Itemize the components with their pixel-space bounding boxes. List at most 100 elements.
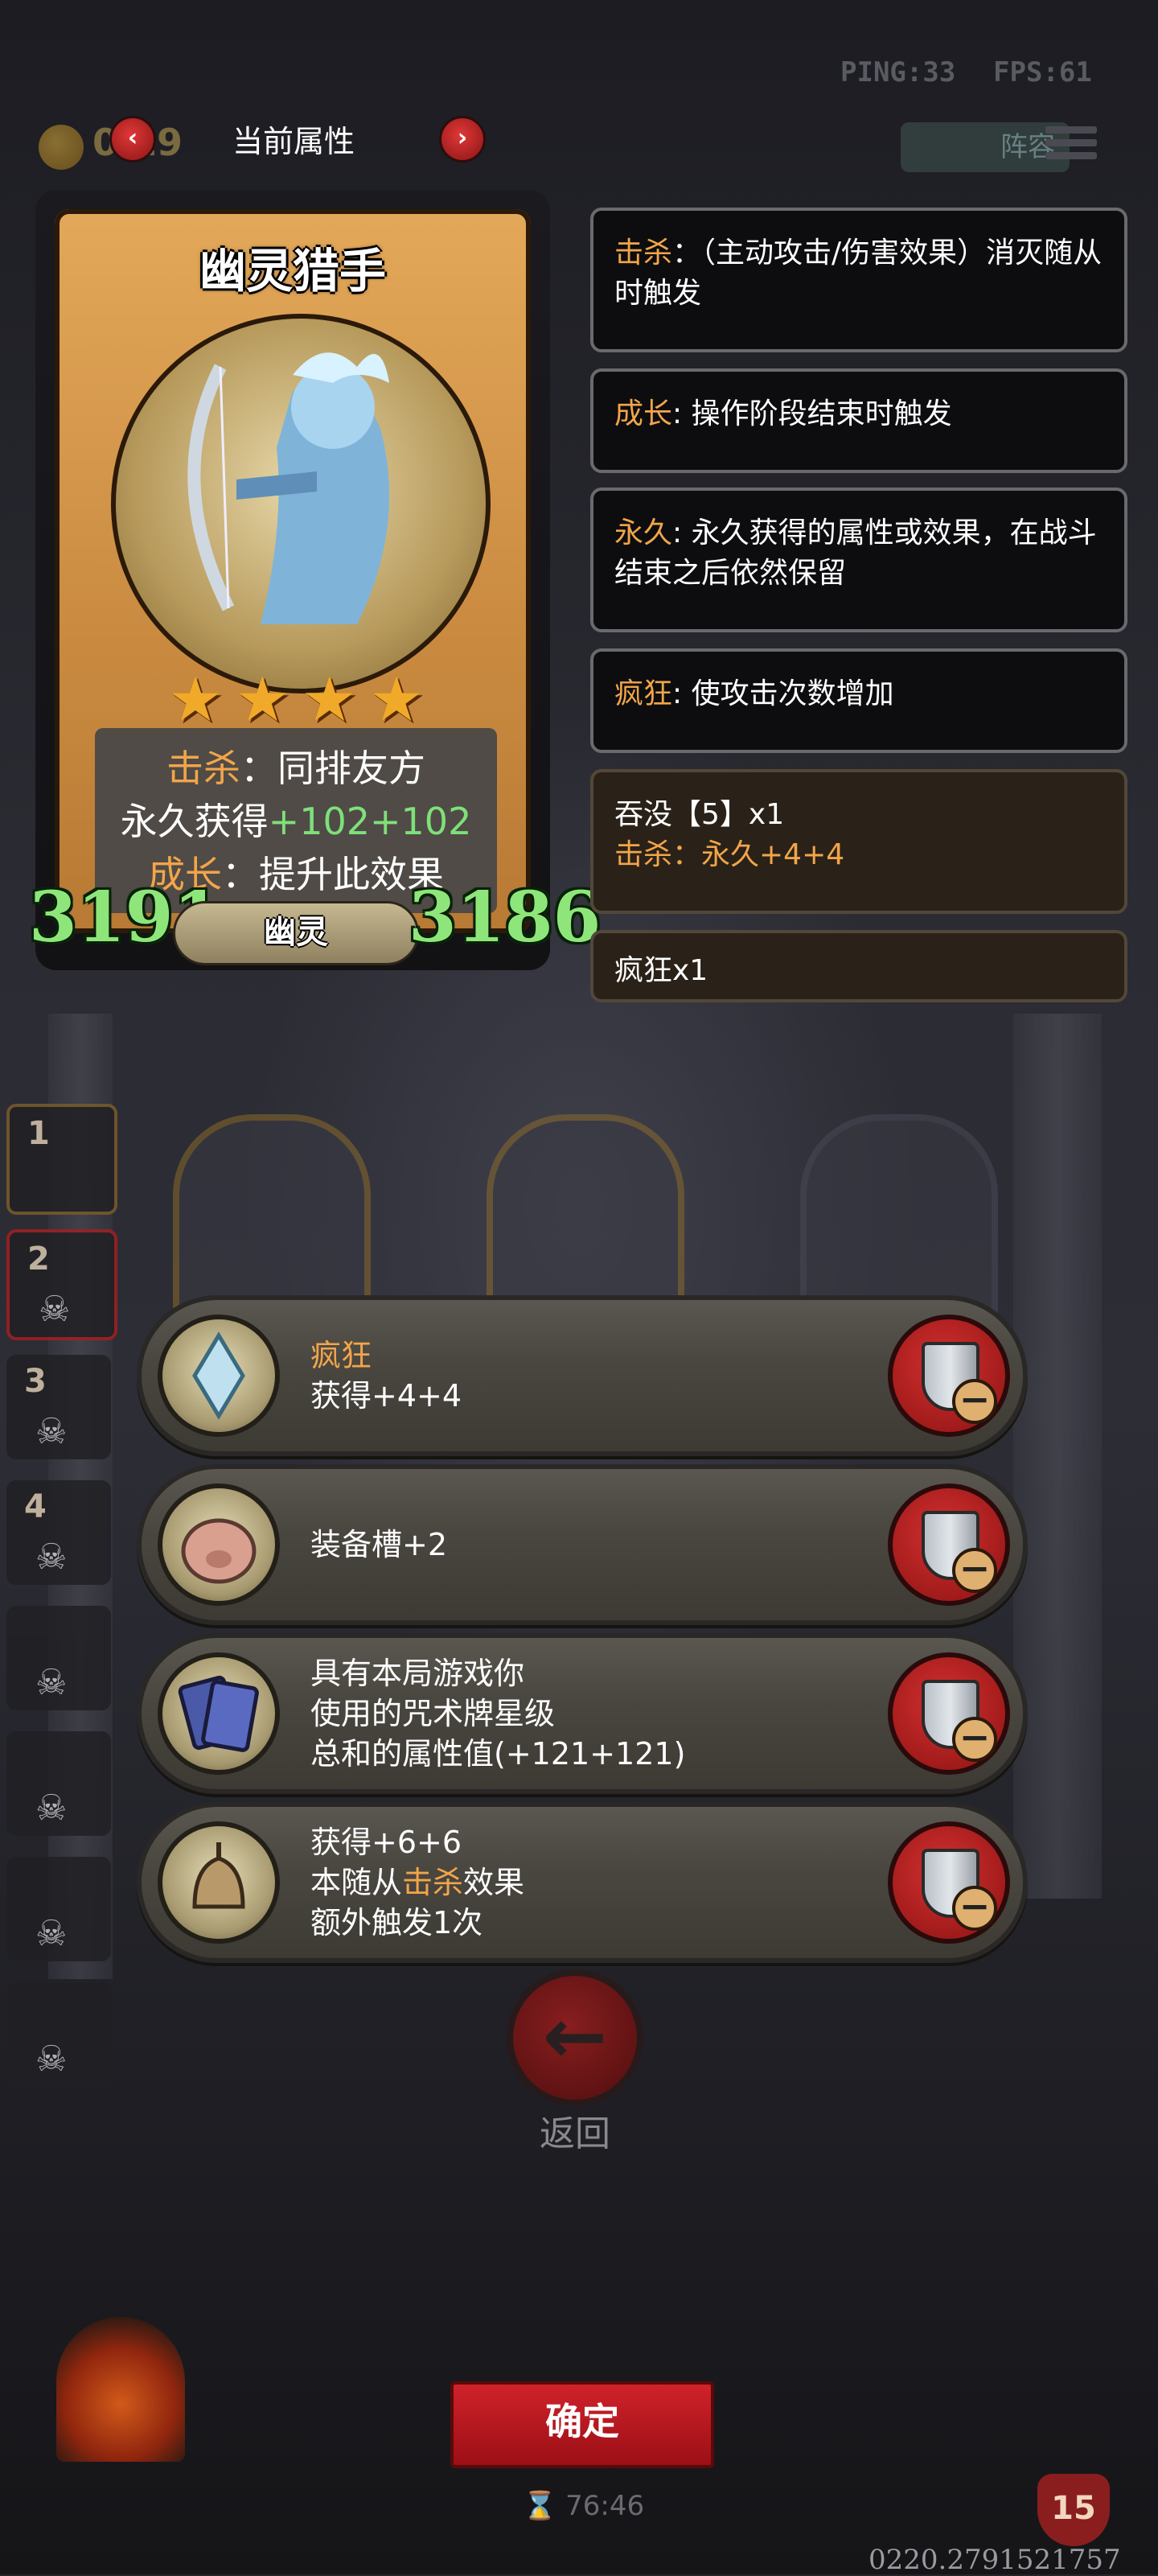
effect-line: 使用的咒术牌星级 [310,1696,556,1731]
buff-frenzy: 疯狂x1 [590,930,1127,1002]
buff-text: ：永久+4+4 [672,838,845,871]
side-slot-5[interactable]: ☠ [6,1606,111,1710]
skull-icon: ☠ [35,1662,68,1703]
ability-line-1: 击杀：同排友方 [95,739,497,792]
attack-bonus: +102 [268,800,370,843]
back-label: 返回 [540,2113,610,2154]
side-slot-1[interactable]: 1 [6,1104,117,1215]
side-slot-3[interactable]: 3 ☠ [6,1355,111,1459]
minus-icon: − [952,1717,997,1762]
crystal-icon [158,1315,280,1437]
effect-line: 额外触发1次 [310,1905,483,1940]
star-icon: ★ [368,664,425,736]
skull-icon: ☠ [35,1411,68,1452]
keyword: 永久 [614,516,673,549]
card-name: 幽灵猎手 [199,244,386,298]
star-icon: ★ [234,664,291,736]
glossary-kill: 击杀：（主动攻击/伤害效果）消灭随从时触发 [590,208,1127,352]
gold-coin-icon [39,125,84,170]
menu-icon[interactable] [1045,121,1097,169]
side-slot-8[interactable]: ☠ [6,1982,111,2087]
glossary-frenzy: 疯狂: 使攻击次数增加 [590,648,1127,753]
effect-row-spell-stars: 具有本局游戏你 使用的咒术牌星级 总和的属性值(+121+121) − [137,1633,1028,1794]
side-slot-4[interactable]: 4 ☠ [6,1480,111,1585]
slot-number: 4 [24,1488,47,1525]
effect-line: 总和的属性值(+121+121) [310,1736,686,1772]
effect-text: 具有本局游戏你 使用的咒术牌星级 总和的属性值(+121+121) [310,1638,685,1789]
effect-line: 装备槽+2 [310,1527,448,1562]
effect-line: 获得+6+6 [310,1825,462,1860]
confirm-button[interactable]: 确定 [450,2381,714,2468]
ability-line-2: 永久获得+102+102 [95,792,497,846]
skull-icon: ☠ [35,1913,68,1954]
remove-button[interactable]: − [888,1315,1010,1437]
ability-text: 永久获得 [120,800,269,843]
glossary-text: : 使攻击次数增加 [672,677,894,710]
side-slot-2[interactable]: 2 ☠ [6,1229,117,1340]
ping-readout: PING:33 [840,56,956,88]
ability-text: ：同排友方 [240,747,425,790]
prev-button[interactable]: ‹ [109,116,156,163]
keyword: 击杀 [614,237,673,270]
chevron-right-icon: › [457,124,468,152]
effect-text: 装备槽+2 [310,1469,447,1620]
lives-badge: 15 [1037,2474,1110,2546]
pig-icon [158,1483,280,1606]
buff-title: 疯狂x1 [614,954,708,987]
health-stat: 3186 [409,877,602,958]
timer: ⌛ 76:46 [523,2490,644,2522]
effect-text: 获得+6+6 本随从击杀效果 额外触发1次 [310,1807,524,1958]
effect-line: 具有本局游戏你 [310,1656,525,1691]
side-slot-7[interactable]: ☠ [6,1857,111,1961]
fire-icon [56,2317,185,2462]
star-icon: ★ [167,664,224,736]
remove-button[interactable]: − [888,1652,1010,1775]
slot-number: 1 [27,1115,50,1152]
effect-line: 获得+4+4 [310,1378,462,1414]
keyword-kill: 击杀 [166,747,240,790]
remove-button[interactable]: − [888,1483,1010,1606]
effect-row-frenzy: 疯狂 获得+4+4 − [137,1295,1028,1456]
glossary-text: : 操作阶段结束时触发 [672,397,952,430]
hero-card: 幽灵猎手 ★ ★ ★ ★ 击杀：同排友方 永久获得+102+102 成长：提升此… [35,190,550,970]
slot-number: 3 [24,1363,47,1400]
keyword: 疯狂 [614,677,673,710]
next-button[interactable]: › [439,116,486,163]
effect-text: 效果 [463,1865,525,1900]
slot-number: 2 [27,1241,50,1278]
keyword: 成长 [614,397,673,430]
session-id: 0220.2791521757 [868,2544,1121,2576]
keyword: 击杀 [402,1865,464,1900]
hourglass-icon: ⌛ [523,2490,566,2522]
buff-devour: 吞没【5】x1 击杀：永久+4+4 [590,769,1127,914]
minus-icon: − [952,1886,997,1931]
star-rating: ★ ★ ★ ★ [167,668,425,732]
skull-icon: ☠ [39,1289,71,1330]
arrow-left-icon: ← [542,1991,608,2081]
effect-row-extra-trigger: 获得+6+6 本随从击杀效果 额外触发1次 − [137,1802,1028,1963]
glossary-text: : 永久获得的属性或效果，在战斗结束之后依然保留 [614,516,1097,590]
team-button[interactable]: 阵容 [901,122,1070,172]
ghost-hunter-portrait [111,314,491,693]
fps-readout: FPS:61 [993,56,1092,88]
buff-title: 吞没【5】x1 [614,798,785,831]
tribe-badge: 幽灵 [173,901,419,965]
minus-icon: − [952,1379,997,1424]
spell-cards-icon [158,1652,280,1775]
back-button[interactable]: ← [507,1969,643,2106]
effect-text: 疯狂 获得+4+4 [310,1300,462,1451]
chevron-left-icon: ‹ [127,124,138,152]
side-slot-6[interactable]: ☠ [6,1731,111,1836]
timer-text: 76:46 [565,2490,645,2522]
effect-line: 本随从击杀效果 [310,1862,524,1903]
background-pillar [1013,1014,1102,1899]
skull-icon: ☠ [35,2039,68,2080]
effect-row-equip-slot: 装备槽+2 − [137,1464,1028,1625]
effect-text: 本随从 [310,1865,403,1900]
glossary-text: ：（主动攻击/伤害效果）消灭随从时触发 [614,237,1103,310]
remove-button[interactable]: − [888,1821,1010,1944]
board-hero-frame [173,1114,371,1320]
skull-icon: ☠ [35,1788,68,1829]
glossary-growth: 成长: 操作阶段结束时触发 [590,368,1127,473]
keyword: 疯狂 [310,1338,372,1373]
